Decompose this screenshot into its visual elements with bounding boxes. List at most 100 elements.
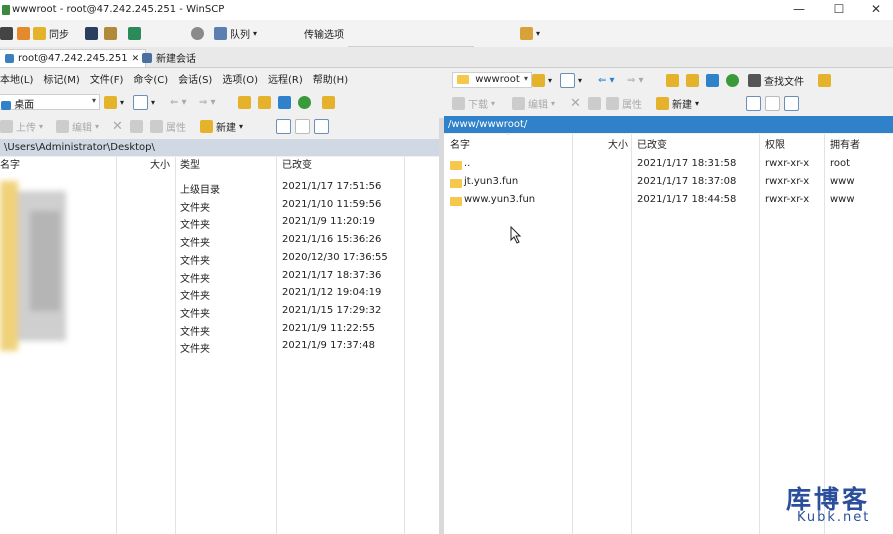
select-all-icon[interactable]	[746, 96, 761, 111]
tab-session[interactable]: root@47.242.245.251 ✕	[0, 49, 147, 67]
col-header-size[interactable]: 大小	[150, 157, 170, 174]
open-folder-icon[interactable]: ▾	[532, 73, 552, 88]
home-icon[interactable]	[706, 73, 719, 88]
filter-icon[interactable]: ▾	[133, 95, 155, 110]
row-type: 文件夹	[180, 202, 210, 214]
right-dir-select[interactable]: wwwroot ▾	[452, 72, 532, 88]
tab-new-session[interactable]: 新建会话	[136, 49, 202, 66]
preferences-icon[interactable]	[128, 26, 141, 41]
row-changed: 2021/1/9 11:22:55	[282, 322, 376, 334]
root-dir-icon[interactable]	[258, 95, 271, 110]
bookmark-icon[interactable]	[818, 73, 831, 88]
putty-icon[interactable]	[104, 26, 117, 41]
menu-options[interactable]: 选项(O)	[217, 71, 263, 86]
col-header-name[interactable]: 名字	[0, 157, 20, 174]
right-file-list[interactable]: 名字 ˄ 大小 已改变 权限 拥有者 .. 2021/1/17 18:31:58 r…	[444, 134, 893, 534]
table-row[interactable]: 文件夹 2021/1/9 11:22:55	[0, 323, 439, 340]
root-dir-icon[interactable]	[686, 73, 699, 88]
refresh-icon[interactable]	[298, 95, 311, 110]
table-row[interactable]: www.yun3.fun 2021/1/17 18:44:58 rwxr-xr-x w…	[444, 194, 893, 211]
back-icon[interactable]: ⇐ ▾	[598, 73, 615, 88]
menu-remote[interactable]: 远程(R)	[263, 71, 308, 86]
minimize-button[interactable]: —	[782, 0, 816, 20]
deselect-icon[interactable]	[295, 119, 310, 134]
left-new-button[interactable]: 新建 ▾	[200, 119, 243, 134]
binoculars-icon	[748, 74, 761, 87]
deselect-icon[interactable]	[765, 96, 780, 111]
table-row[interactable]: jt.yun3.fun 2021/1/17 18:37:08 rwxr-xr-x ww…	[444, 176, 893, 193]
forward-icon[interactable]: ⇒ ▾	[199, 95, 216, 110]
menu-mark[interactable]: 标记(M)	[38, 71, 84, 86]
download-button[interactable]: 下载 ▾	[452, 96, 495, 111]
left-props-button[interactable]: 属性	[150, 119, 186, 134]
right-props-label: 属性	[622, 100, 642, 111]
chevron-down-icon: ▾	[523, 74, 528, 83]
delete-icon[interactable]: ✕	[112, 119, 123, 134]
col-header-owner[interactable]: 拥有者	[830, 137, 860, 154]
col-header-name[interactable]: 名字	[450, 137, 470, 154]
compare-dirs-icon[interactable]	[17, 26, 30, 41]
left-path-bar[interactable]: \Users\Administrator\Desktop\	[0, 139, 439, 156]
left-file-list[interactable]: 名字 大小 类型 已改变 上级目录 2021/1/17 17:51:56 文件夹 20…	[0, 157, 439, 534]
open-folder-icon[interactable]: ▾	[104, 95, 124, 110]
menu-help[interactable]: 帮助(H)	[308, 71, 353, 86]
terminal-icon[interactable]	[85, 26, 98, 41]
table-row[interactable]: 文件夹 2021/1/17 18:37:36	[0, 270, 439, 287]
upload-button[interactable]: 上传 ▾	[0, 119, 43, 134]
filter-select-icon[interactable]	[784, 96, 799, 111]
forward-icon[interactable]: ⇒ ▾	[627, 73, 644, 88]
close-button[interactable]: ✕	[859, 0, 893, 20]
filter-select-icon[interactable]	[314, 119, 329, 134]
row-name: ..	[464, 158, 471, 169]
table-row[interactable]: 文件夹 2021/1/16 15:36:26	[0, 234, 439, 251]
table-row[interactable]: .. 2021/1/17 18:31:58 rwxr-xr-x root	[444, 158, 893, 175]
table-row[interactable]: 文件夹 2021/1/9 17:37:48	[0, 340, 439, 357]
menu-command[interactable]: 命令(C)	[128, 71, 173, 86]
refresh-icon[interactable]	[726, 73, 739, 88]
table-row[interactable]: 文件夹 2021/1/15 17:29:32	[0, 305, 439, 322]
right-new-button[interactable]: 新建 ▾	[656, 96, 699, 111]
menu-session[interactable]: 会话(S)	[173, 71, 217, 86]
left-edit-button[interactable]: 编辑 ▾	[56, 119, 99, 134]
queue-button[interactable]: 队列 ▾	[214, 26, 257, 41]
col-header-type[interactable]: 类型	[180, 157, 200, 174]
table-row[interactable]: 文件夹 2020/12/30 17:36:55	[0, 252, 439, 269]
table-row[interactable]: 文件夹 2021/1/12 19:04:19	[0, 287, 439, 304]
rename-icon[interactable]	[588, 96, 601, 111]
row-changed: 2021/1/12 19:04:19	[282, 287, 382, 299]
col-header-rights[interactable]: 权限	[765, 137, 785, 154]
back-icon[interactable]: ⇐ ▾	[170, 95, 187, 110]
left-drive-select[interactable]: 桌面 ▾	[0, 94, 100, 111]
row-changed: 2020/12/30 17:36:55	[282, 251, 388, 263]
row-rights: rwxr-xr-x	[765, 193, 810, 205]
right-props-button[interactable]: 属性	[606, 96, 642, 111]
right-edit-button[interactable]: 编辑 ▾	[512, 96, 555, 111]
col-header-changed[interactable]: 已改变	[637, 137, 667, 154]
find-files-button[interactable]: 查找文件	[748, 73, 804, 88]
row-changed: 2021/1/17 18:31:58	[637, 158, 737, 169]
local-grid-icon[interactable]	[0, 26, 13, 41]
filter-icon[interactable]: ▾	[560, 73, 582, 88]
table-row[interactable]: 文件夹 2021/1/9 11:20:19	[0, 216, 439, 233]
right-path-bar[interactable]: /www/wwwroot/	[444, 116, 893, 133]
maximize-button[interactable]: ☐	[822, 0, 856, 20]
home-icon[interactable]	[278, 95, 291, 110]
menu-file[interactable]: 文件(F)	[85, 71, 129, 86]
table-row[interactable]: 上级目录 2021/1/17 17:51:56	[0, 181, 439, 198]
monitor-icon	[5, 54, 14, 63]
transfer-settings-icon[interactable]: ▾	[520, 26, 540, 41]
rename-icon[interactable]	[130, 119, 143, 134]
delete-icon[interactable]: ✕	[570, 96, 581, 111]
bookmark-icon[interactable]	[322, 95, 335, 110]
gear-icon[interactable]	[191, 26, 204, 41]
table-row[interactable]: 文件夹 2021/1/10 11:59:56	[0, 199, 439, 216]
menu-local[interactable]: 本地(L)	[0, 71, 38, 86]
chevron-down-icon: ▾	[91, 96, 96, 105]
col-header-size[interactable]: 大小	[608, 137, 628, 154]
col-header-changed[interactable]: 已改变	[282, 157, 312, 174]
sync-button[interactable]: 同步	[33, 26, 69, 41]
row-type: 文件夹	[180, 273, 210, 285]
parent-dir-icon[interactable]	[666, 73, 679, 88]
select-all-icon[interactable]	[276, 119, 291, 134]
parent-dir-icon[interactable]	[238, 95, 251, 110]
